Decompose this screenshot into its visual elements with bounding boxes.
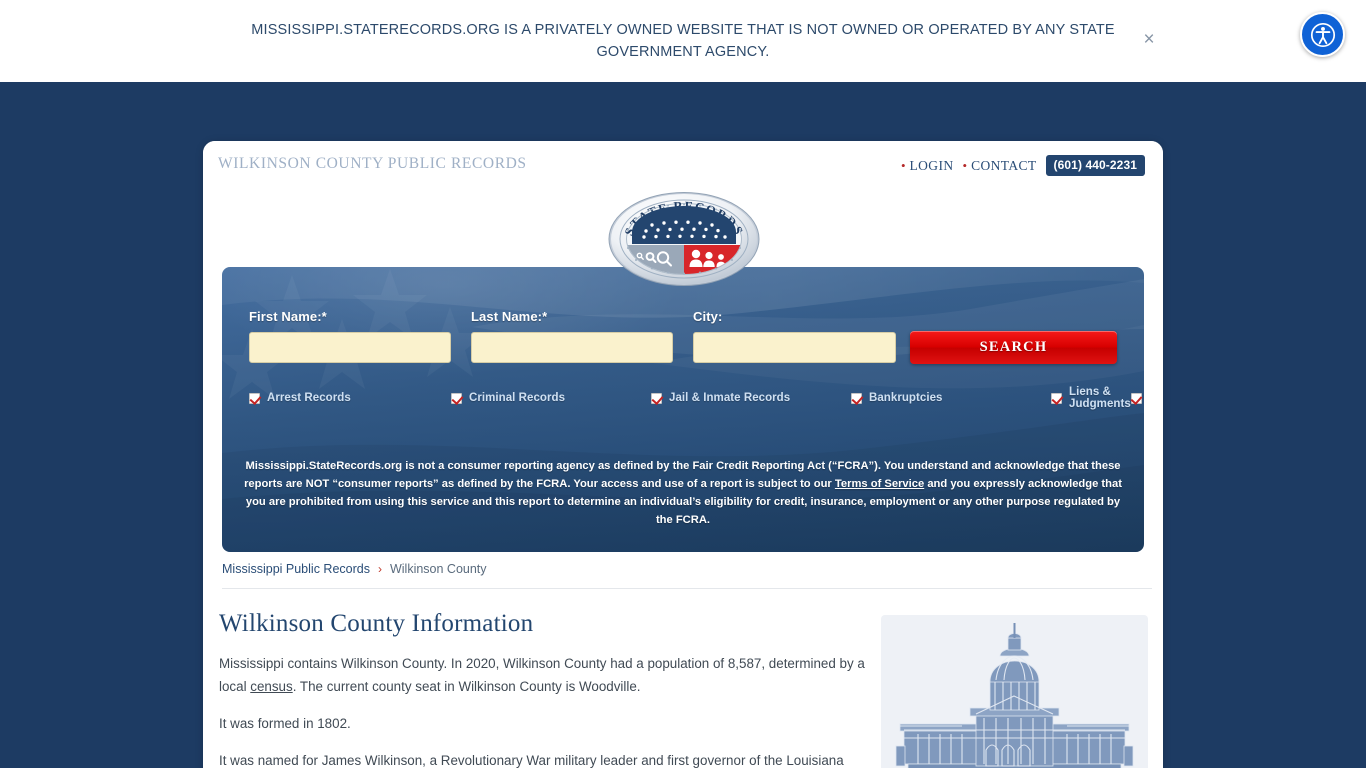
search-panel: First Name:* Last Name:* City: SEARCH Ar… [222,267,1144,552]
record-availability-card: Wilkinson County Record Availability [881,615,1148,768]
contact-link[interactable]: CONTACT [971,158,1036,174]
census-link[interactable]: census [250,679,292,694]
breadcrumb-current: Wilkinson County [389,562,487,576]
first-name-input[interactable] [249,332,451,363]
checkbox-jail-inmate-records[interactable]: Jail & Inmate Records [651,389,851,407]
breadcrumb-root-link[interactable]: Mississippi Public Records [222,562,370,576]
capitol-building-illustration [881,615,1148,768]
capitol-svg [895,623,1134,768]
search-button[interactable]: SEARCH [910,331,1117,364]
phone-number-button[interactable]: (601) 440-2231 [1045,155,1145,176]
checkbox-bankruptcies[interactable]: Bankruptcies [851,389,1051,407]
accessibility-glyph [1310,22,1335,47]
paragraph-formation-year: It was formed in 1802. [219,716,351,731]
checkbox-label: Criminal Records [469,392,566,404]
checkbox-label: Arrest Records [267,392,351,404]
checkbox-arrest-records[interactable]: Arrest Records [249,389,451,407]
city-input[interactable] [693,332,896,363]
section-title-county-information: Wilkinson County Information [219,610,534,637]
last-name-field-group: Last Name:* [471,309,673,363]
state-records-logo[interactable]: STATE RECORDS MISSISSIPPI [608,192,760,286]
checkbox-label: Jail & Inmate Records [669,392,791,404]
close-icon[interactable]: × [1139,30,1159,50]
checkbox-icon[interactable] [651,392,662,404]
top-disclaimer-bar: MISSISSIPPI.STATERECORDS.ORG IS A PRIVAT… [0,0,1366,82]
logo-seal: STATE RECORDS MISSISSIPPI [608,192,760,286]
last-name-input[interactable] [471,332,673,363]
last-name-label: Last Name:* [471,309,548,324]
first-name-field-group: First Name:* [249,309,451,363]
fcra-disclaimer: Mississippi.StateRecords.org is not a co… [242,457,1124,529]
city-label: City: [693,309,723,324]
header-nav: • LOGIN • CONTACT (601) 440-2231 [901,155,1145,176]
checkbox-liens-judgments[interactable]: Liens & Judgments [1051,386,1131,410]
checkbox-label: Bankruptcies [869,392,943,404]
checkbox-traffic-violations[interactable]: Traffic Violations [1130,389,1144,407]
first-name-label: First Name:* [249,309,327,324]
city-field-group: City: [693,309,896,363]
checkbox-icon[interactable] [851,392,862,404]
checkbox-icon[interactable] [451,392,462,404]
checkbox-label: Liens & Judgments [1069,386,1131,410]
checkbox-icon[interactable] [1051,392,1062,404]
bullet-icon: • [962,158,968,173]
page-body: WILKINSON COUNTY PUBLIC RECORDS • LOGIN … [0,82,1366,768]
record-type-checkbox-grid: Arrest Records Criminal Records Jail & I… [249,386,1142,410]
search-fields: First Name:* Last Name:* City: [249,309,896,363]
main-content: Wilkinson County Information Mississippi… [219,610,867,768]
chevron-right-icon: › [377,562,382,576]
page-title: WILKINSON COUNTY PUBLIC RECORDS [218,155,527,172]
paragraph-county-naming: It was named for James Wilkinson, a Revo… [219,753,844,768]
checkbox-icon[interactable] [249,392,260,404]
accessibility-icon[interactable] [1300,12,1345,57]
bullet-icon: • [900,158,906,173]
para1-part-b: . The current county seat in Wilkinson C… [292,679,641,694]
checkbox-icon[interactable] [1130,392,1142,404]
terms-of-service-link[interactable]: Terms of Service [835,478,924,490]
disclaimer-text: MISSISSIPPI.STATERECORDS.ORG IS A PRIVAT… [251,22,1115,60]
breadcrumb: Mississippi Public Records › Wilkinson C… [222,562,1152,589]
checkbox-criminal-records[interactable]: Criminal Records [451,389,651,407]
login-link[interactable]: LOGIN [910,158,954,174]
site-header: WILKINSON COUNTY PUBLIC RECORDS • LOGIN … [203,141,1163,190]
paragraph-county-population: Mississippi contains Wilkinson County. I… [219,652,867,698]
